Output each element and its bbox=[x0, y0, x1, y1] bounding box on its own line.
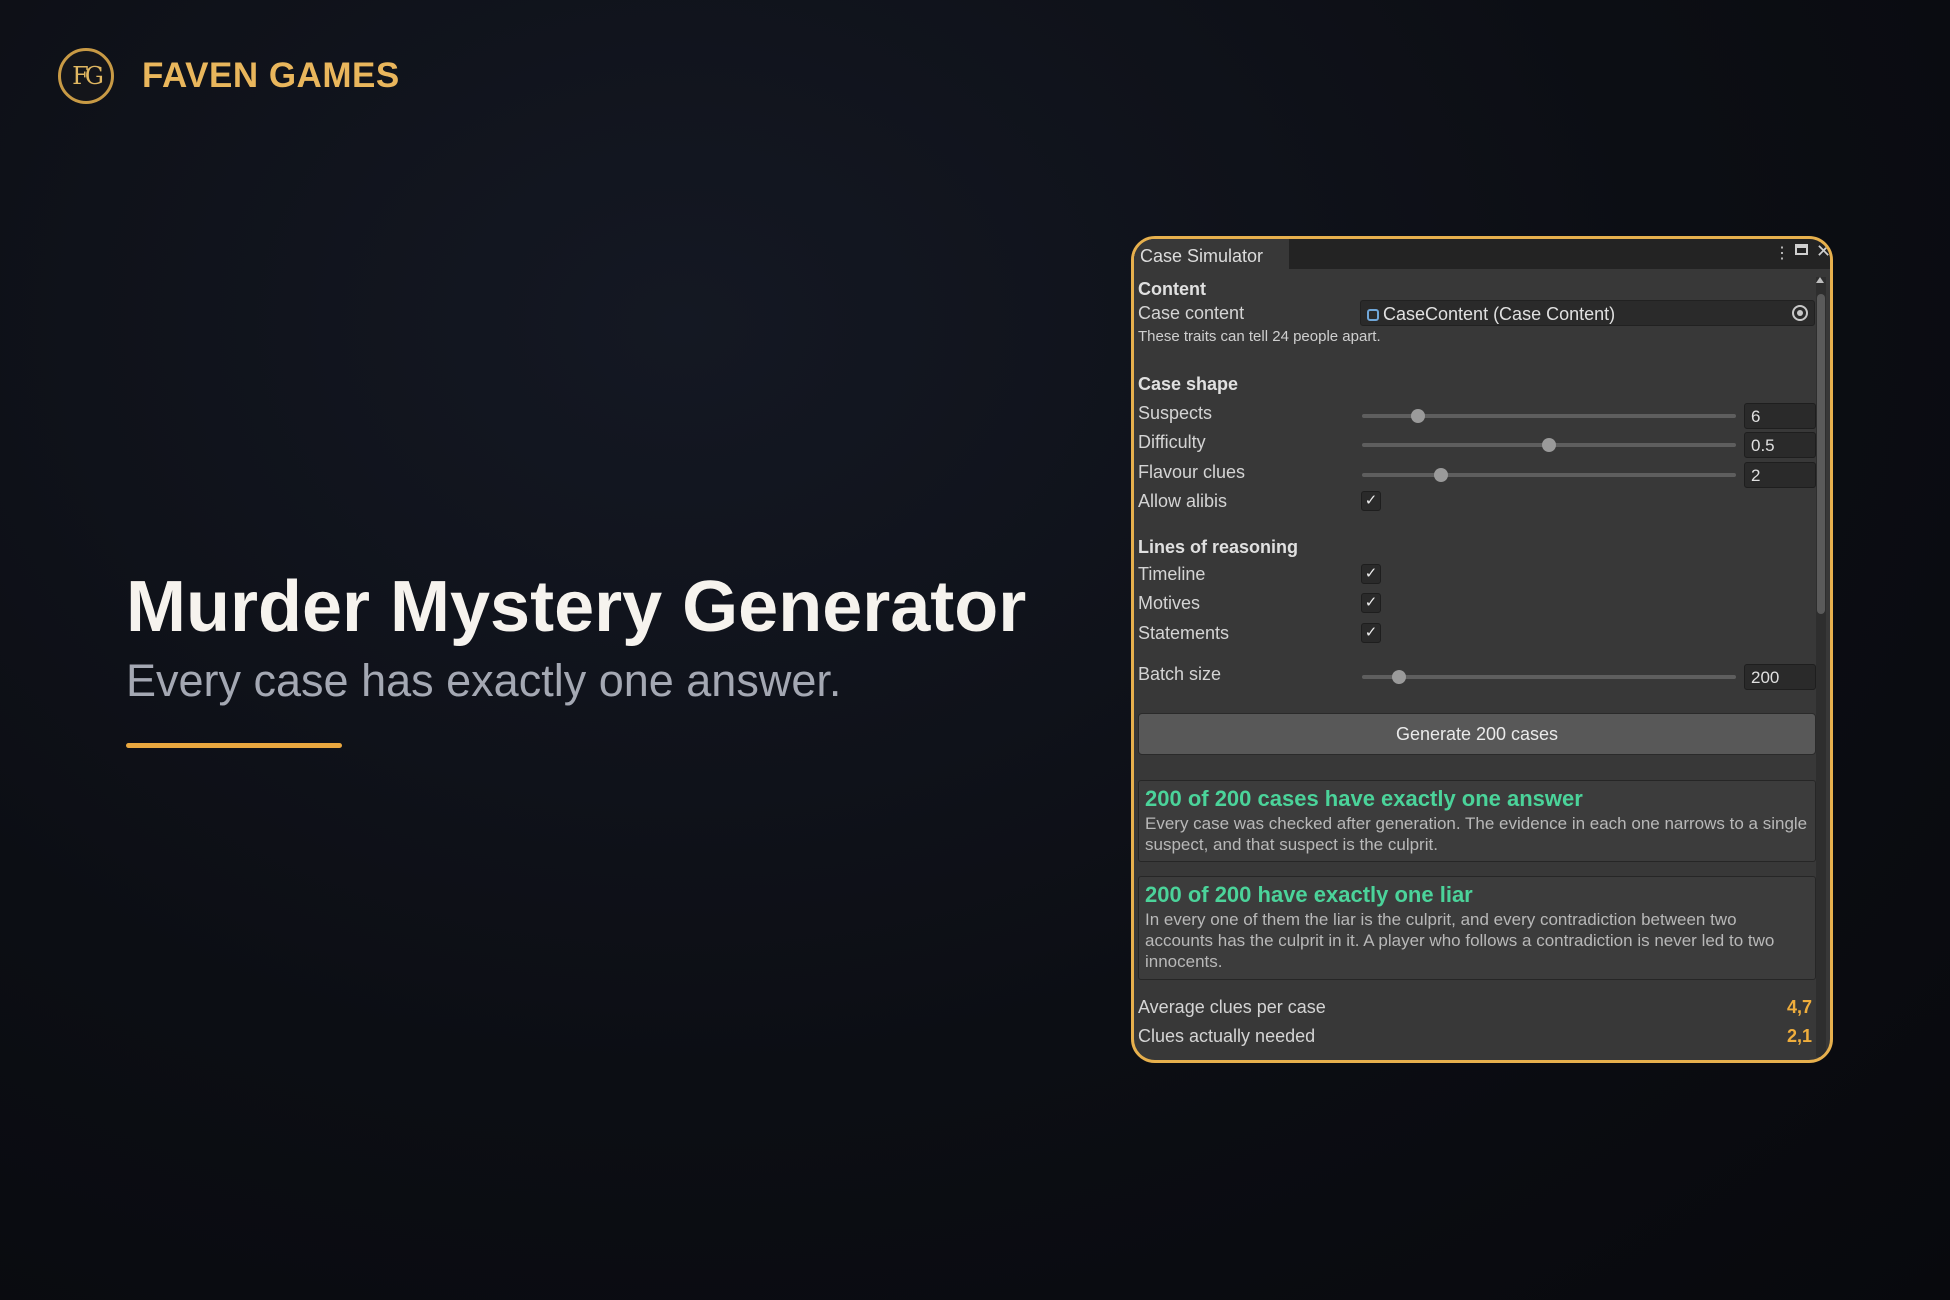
section-case-shape: Case shape bbox=[1138, 374, 1239, 394]
brand: FG FAVEN GAMES bbox=[58, 48, 400, 104]
brand-name: FAVEN GAMES bbox=[142, 56, 400, 95]
accent-underline bbox=[126, 743, 342, 748]
section-lines-of-reasoning: Lines of reasoning bbox=[1138, 537, 1299, 557]
scrollbar-thumb[interactable] bbox=[1817, 294, 1825, 614]
result-one-liar-title: 200 of 200 have exactly one liar bbox=[1145, 882, 1473, 907]
hero: Murder Mystery Generator Every case has … bbox=[126, 565, 1026, 748]
flavour-clues-input[interactable]: 2 bbox=[1744, 462, 1816, 488]
batch-size-label: Batch size bbox=[1138, 664, 1222, 684]
difficulty-slider-thumb[interactable] bbox=[1542, 438, 1556, 452]
stat-value-clues-needed: 2,1 bbox=[1786, 1026, 1812, 1046]
flavour-clues-slider[interactable] bbox=[1362, 468, 1736, 482]
motives-label: Motives bbox=[1138, 593, 1201, 613]
timeline-checkbox[interactable]: ✓ bbox=[1361, 564, 1381, 584]
case-content-label: Case content bbox=[1138, 303, 1245, 323]
stat-label-average-clues: Average clues per case bbox=[1138, 997, 1326, 1017]
scriptable-object-icon bbox=[1367, 309, 1379, 321]
statements-checkbox[interactable]: ✓ bbox=[1361, 623, 1381, 643]
result-one-liar-body: In every one of them the liar is the cul… bbox=[1145, 910, 1775, 971]
batch-size-input[interactable]: 200 bbox=[1744, 664, 1816, 690]
close-icon[interactable]: ✕ bbox=[1816, 241, 1830, 262]
case-content-field[interactable]: CaseContent (Case Content) bbox=[1360, 300, 1815, 326]
object-picker-icon[interactable] bbox=[1792, 305, 1808, 321]
batch-size-slider[interactable] bbox=[1362, 670, 1736, 684]
allow-alibis-checkbox[interactable]: ✓ bbox=[1361, 491, 1381, 511]
maximize-icon[interactable] bbox=[1795, 244, 1808, 255]
result-unique-answer-title: 200 of 200 cases have exactly one answer bbox=[1145, 786, 1583, 811]
statements-label: Statements bbox=[1138, 623, 1230, 643]
more-options-icon[interactable]: ⋮ bbox=[1774, 243, 1790, 263]
hero-subtitle: Every case has exactly one answer. bbox=[126, 655, 842, 706]
scroll-up-arrow-icon[interactable] bbox=[1816, 277, 1824, 283]
generate-cases-button[interactable]: Generate 200 cases bbox=[1138, 713, 1816, 755]
brand-logo: FG bbox=[58, 48, 114, 104]
logo-monogram: FG bbox=[72, 62, 104, 90]
allow-alibis-label: Allow alibis bbox=[1138, 491, 1228, 511]
flavour-clues-label: Flavour clues bbox=[1138, 462, 1246, 482]
suspects-slider[interactable] bbox=[1362, 409, 1736, 423]
suspects-input[interactable]: 6 bbox=[1744, 403, 1816, 429]
difficulty-input[interactable]: 0.5 bbox=[1744, 432, 1816, 458]
traits-note: These traits can tell 24 people apart. bbox=[1138, 328, 1381, 345]
motives-checkbox[interactable]: ✓ bbox=[1361, 593, 1381, 613]
case-simulator-window: Case Simulator ⋮ ✕ Content Case content … bbox=[1131, 236, 1833, 1063]
hero-title: Murder Mystery Generator bbox=[126, 567, 1027, 647]
suspects-label: Suspects bbox=[1138, 403, 1213, 423]
result-unique-answer: 200 of 200 cases have exactly one answer… bbox=[1138, 780, 1816, 862]
case-content-value: CaseContent (Case Content) bbox=[1383, 304, 1616, 324]
difficulty-label: Difficulty bbox=[1138, 432, 1206, 452]
result-unique-answer-body: Every case was checked after generation.… bbox=[1145, 814, 1808, 854]
flavour-clues-slider-thumb[interactable] bbox=[1433, 468, 1448, 482]
tab-bar: Case Simulator ⋮ ✕ bbox=[1134, 239, 1830, 269]
timeline-label: Timeline bbox=[1138, 564, 1206, 584]
suspects-slider-thumb[interactable] bbox=[1411, 409, 1426, 423]
stat-label-clues-needed: Clues actually needed bbox=[1138, 1026, 1316, 1046]
section-content: Content bbox=[1138, 279, 1206, 299]
result-one-liar: 200 of 200 have exactly one liar In ever… bbox=[1138, 876, 1816, 980]
stat-value-average-clues: 4,7 bbox=[1786, 997, 1812, 1017]
batch-size-slider-thumb[interactable] bbox=[1392, 670, 1407, 684]
tab-case-simulator[interactable]: Case Simulator bbox=[1134, 239, 1289, 269]
difficulty-slider[interactable] bbox=[1362, 438, 1736, 452]
